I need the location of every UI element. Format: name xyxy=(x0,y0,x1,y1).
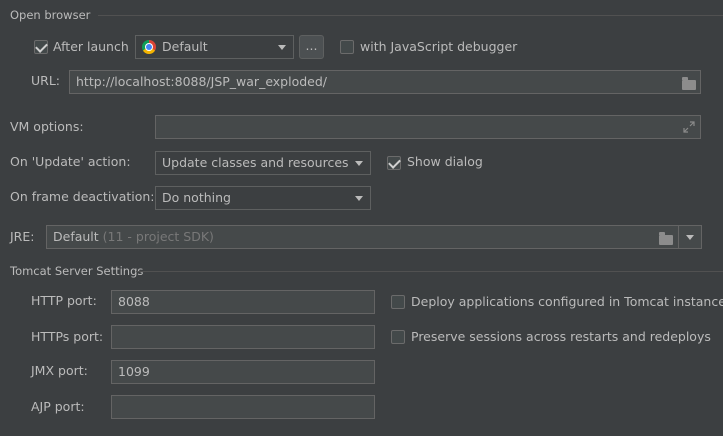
preserve-sessions-label[interactable]: Preserve sessions across restarts and re… xyxy=(411,325,711,349)
ajp-port-label: AJP port: xyxy=(31,399,85,414)
chevron-down-icon[interactable] xyxy=(686,235,694,240)
url-label: URL: xyxy=(31,73,61,88)
on-update-value: Update classes and resources xyxy=(162,155,349,170)
vm-options-input[interactable] xyxy=(155,115,701,139)
browser-select[interactable]: Default xyxy=(135,35,294,59)
jre-hint: (11 - project SDK) xyxy=(102,229,214,244)
browse-browser-button[interactable]: ... xyxy=(299,35,324,59)
jre-value: Default xyxy=(53,229,99,244)
chevron-down-icon xyxy=(278,45,286,50)
jre-combo[interactable]: Default (11 - project SDK) xyxy=(46,225,702,249)
deploy-apps-label[interactable]: Deploy applications configured in Tomcat… xyxy=(411,290,723,314)
js-debugger-checkbox[interactable] xyxy=(340,40,354,54)
on-frame-select[interactable]: Do nothing xyxy=(155,186,371,210)
show-dialog-label[interactable]: Show dialog xyxy=(407,150,483,174)
on-update-label: On 'Update' action: xyxy=(10,154,131,169)
chrome-icon xyxy=(142,40,156,54)
folder-icon[interactable] xyxy=(682,77,696,90)
jre-label: JRE: xyxy=(10,229,35,244)
section-separator xyxy=(98,15,723,16)
https-port-input[interactable] xyxy=(111,325,375,349)
after-launch-label[interactable]: After launch xyxy=(53,35,129,59)
http-port-input[interactable]: 8088 xyxy=(111,290,375,314)
on-frame-value: Do nothing xyxy=(162,190,231,205)
combo-divider xyxy=(678,226,679,248)
after-launch-checkbox[interactable] xyxy=(34,40,48,54)
section-separator xyxy=(136,271,723,272)
vm-options-label: VM options: xyxy=(10,119,84,134)
jmx-port-input[interactable]: 1099 xyxy=(111,360,375,384)
https-port-label: HTTPs port: xyxy=(31,329,104,344)
preserve-sessions-checkbox[interactable] xyxy=(391,330,405,344)
tomcat-section-title: Tomcat Server Settings xyxy=(10,264,144,278)
on-frame-label: On frame deactivation: xyxy=(10,189,155,204)
url-input[interactable]: http://localhost:8088/JSP_war_exploded/ xyxy=(69,70,701,94)
deploy-apps-checkbox[interactable] xyxy=(391,295,405,309)
jmx-port-label: JMX port: xyxy=(31,363,88,378)
on-update-select[interactable]: Update classes and resources xyxy=(155,151,371,175)
folder-icon[interactable] xyxy=(659,232,673,245)
js-debugger-label[interactable]: with JavaScript debugger xyxy=(360,35,517,59)
ajp-port-input[interactable] xyxy=(111,395,375,419)
open-browser-section-title: Open browser xyxy=(10,8,91,22)
url-value: http://localhost:8088/JSP_war_exploded/ xyxy=(76,74,328,89)
http-port-label: HTTP port: xyxy=(31,293,97,308)
expand-icon[interactable] xyxy=(683,121,695,133)
chevron-down-icon xyxy=(355,161,363,166)
chevron-down-icon xyxy=(355,196,363,201)
show-dialog-checkbox[interactable] xyxy=(387,156,401,170)
